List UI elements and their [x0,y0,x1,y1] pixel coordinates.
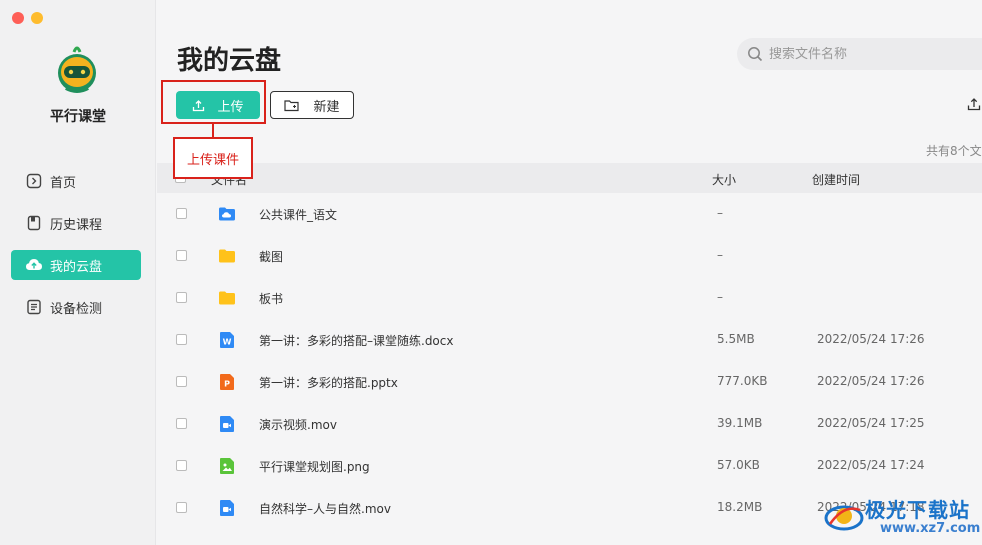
sidebar-item-label: 我的云盘 [50,259,103,275]
search-box[interactable] [737,38,982,70]
table-row[interactable]: 平行课堂规划图.png 57.0KB 2022/05/24 17:24 [157,445,982,487]
file-time: 2022/05/24 17:25 [817,416,925,430]
row-checkbox[interactable] [176,208,187,219]
table-header: 文件名 大小 创建时间 [157,163,982,193]
watermark: 极光下载站 www.xz7.com [820,490,982,545]
image-file-icon [220,458,234,474]
annotation-label: 上传课件 [173,137,253,179]
table-row[interactable]: P 第一讲：多彩的搭配.pptx 777.0KB 2022/05/24 17:2… [157,361,982,403]
sidebar-item-label: 历史课程 [50,217,103,233]
table-row[interactable]: 截图 – [157,235,982,277]
folder-icon [219,291,235,305]
window-close-button[interactable] [12,12,24,24]
sidebar-item-home[interactable]: 首页 [11,166,141,196]
sidebar-nav: 首页 历史课程 我的云盘 设备检测 [11,166,141,334]
row-checkbox[interactable] [176,418,187,429]
file-size: 777.0KB [717,374,768,388]
window-minimize-button[interactable] [31,12,43,24]
folder-icon [219,249,235,263]
table-row[interactable]: 板书 – [157,277,982,319]
file-name[interactable]: 公共课件_语文 [259,206,337,223]
file-size: – [717,290,723,304]
annotation-connector [212,124,214,137]
sidebar-item-device-check[interactable]: 设备检测 [11,292,141,322]
column-header-time[interactable]: 创建时间 [812,171,860,188]
file-name[interactable]: 第一讲：多彩的搭配–课堂随练.docx [259,332,453,349]
file-size: – [717,248,723,262]
file-size: 39.1MB [717,416,763,430]
file-size: 18.2MB [717,500,763,514]
search-input[interactable] [769,46,969,62]
file-size: 57.0KB [717,458,760,472]
watermark-url: www.xz7.com [880,521,981,536]
file-time: 2022/05/24 17:24 [817,458,925,472]
page-title: 我的云盘 [177,46,282,76]
file-list: 公共课件_语文 – 截图 – 板书 – W 第一讲：多彩的搭配–课堂随练.doc… [157,193,982,529]
file-time: 2022/05/24 17:26 [817,374,925,388]
file-time: 2022/05/24 17:26 [817,332,925,346]
sidebar-item-history[interactable]: 历史课程 [11,208,141,238]
sidebar-item-label: 首页 [50,175,77,191]
history-icon [25,214,43,232]
row-checkbox[interactable] [176,250,187,261]
file-name[interactable]: 截图 [259,248,283,265]
row-checkbox[interactable] [176,334,187,345]
sidebar-item-cloud[interactable]: 我的云盘 [11,250,141,280]
row-checkbox[interactable] [176,376,187,387]
file-name[interactable]: 演示视频.mov [259,416,337,433]
home-icon [25,172,43,190]
word-file-icon: W [220,332,234,348]
search-icon [748,47,763,62]
new-folder-icon [284,99,300,111]
file-name[interactable]: 第一讲：多彩的搭配.pptx [259,374,398,391]
svg-text:W: W [223,338,232,347]
table-row[interactable]: W 第一讲：多彩的搭配–课堂随练.docx 5.5MB 2022/05/24 1… [157,319,982,361]
ppt-file-icon: P [220,374,234,390]
row-checkbox[interactable] [176,502,187,513]
file-size: – [717,206,723,220]
app-name: 平行课堂 [50,109,106,125]
app-logo-icon [58,46,96,93]
file-size: 5.5MB [717,332,755,346]
column-header-size[interactable]: 大小 [712,171,736,188]
table-row[interactable]: 演示视频.mov 39.1MB 2022/05/24 17:25 [157,403,982,445]
annotation-highlight-box [161,80,266,124]
file-name[interactable]: 板书 [259,290,283,307]
row-checkbox[interactable] [176,292,187,303]
cloud-upload-icon [25,256,43,274]
total-count: 共有8个文件 [926,144,982,158]
new-folder-button[interactable]: 新建 [270,91,354,119]
watermark-text: 极光下载站 [865,498,970,522]
main-content: 我的云盘 上传 新建 上传课件 共有8个文件 文件名 大小 创建时间 公共课件_… [157,0,982,545]
file-name[interactable]: 平行课堂规划图.png [259,458,370,475]
sidebar: 平行课堂 首页 历史课程 我的云盘 设备检测 [0,0,156,545]
svg-text:P: P [224,380,230,389]
watermark-logo-icon [824,505,864,531]
row-checkbox[interactable] [176,460,187,471]
new-button-label: 新建 [313,98,340,114]
sidebar-item-label: 设备检测 [50,301,103,317]
export-icon[interactable] [967,97,981,111]
cloud-folder-icon [219,207,235,221]
table-row[interactable]: 公共课件_语文 – [157,193,982,235]
device-check-icon [25,298,43,316]
file-name[interactable]: 自然科学–人与自然.mov [259,500,391,517]
video-file-icon [220,416,234,432]
video-file-icon [220,500,234,516]
